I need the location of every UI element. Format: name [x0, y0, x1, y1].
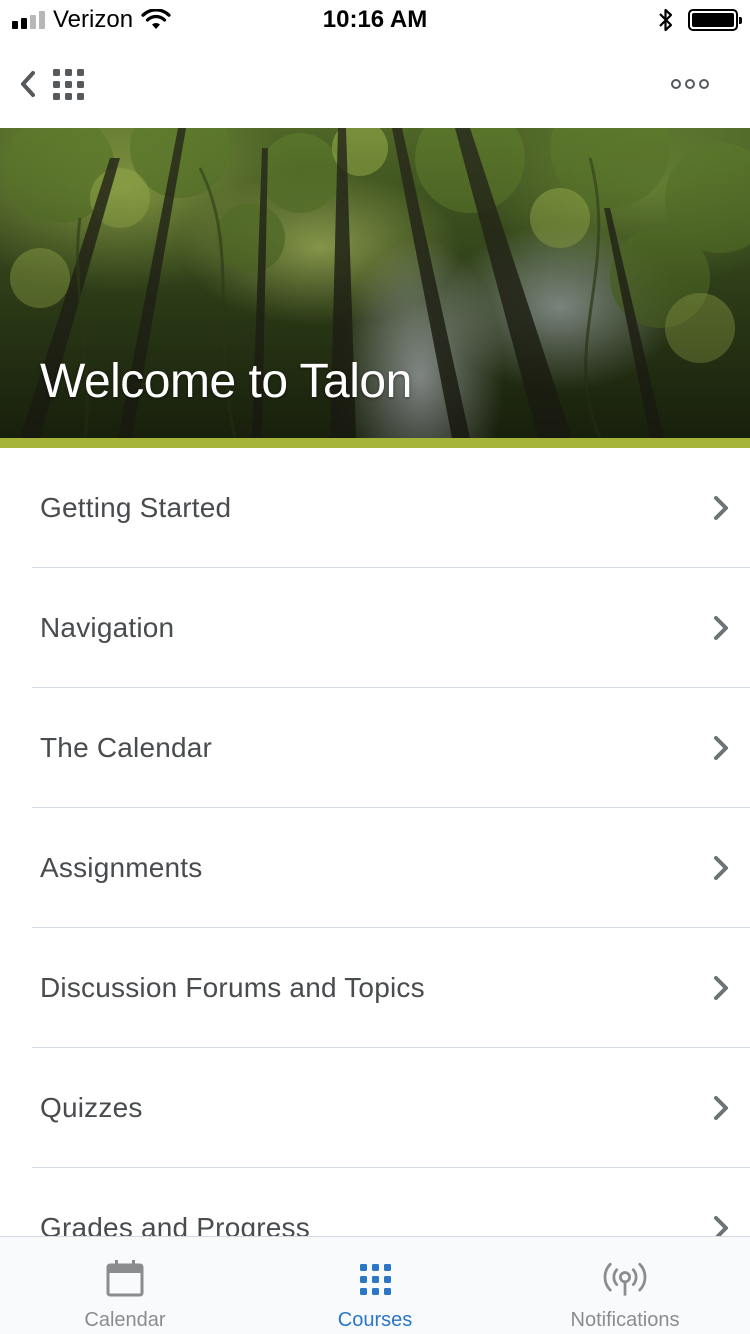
grid-icon	[52, 68, 84, 100]
chevron-right-icon	[714, 616, 728, 640]
topic-label: Navigation	[40, 612, 175, 643]
course-banner: Welcome to Talon	[0, 128, 750, 438]
tab-label: Calendar	[84, 1309, 166, 1331]
banner-title: Welcome to Talon	[40, 355, 412, 408]
chevron-right-icon	[714, 976, 728, 1000]
topic-label: The Calendar	[40, 732, 213, 763]
topic-row-assignments[interactable]: Assignments	[0, 808, 750, 928]
apps-grid-button[interactable]	[48, 64, 88, 104]
bottom-tab-bar: Calendar Courses Notifications	[0, 1236, 750, 1334]
more-dot	[685, 79, 695, 89]
top-nav-bar	[0, 40, 750, 128]
back-button[interactable]	[16, 64, 40, 104]
chevron-right-icon	[714, 856, 728, 880]
cellular-signal-icon	[12, 11, 45, 29]
battery-level	[692, 13, 734, 27]
broadcast-icon	[601, 1255, 649, 1303]
chevron-right-icon	[714, 736, 728, 760]
tab-courses[interactable]: Courses	[250, 1237, 500, 1334]
topic-row-navigation[interactable]: Navigation	[0, 568, 750, 688]
grid-icon	[351, 1255, 399, 1303]
chevron-left-icon	[21, 71, 35, 97]
topic-row-getting-started[interactable]: Getting Started	[0, 448, 750, 568]
topic-row-the-calendar[interactable]: The Calendar	[0, 688, 750, 808]
tab-label: Courses	[337, 1309, 413, 1331]
chevron-right-icon	[714, 1096, 728, 1120]
tab-notifications[interactable]: Notifications	[500, 1237, 750, 1334]
topic-label: Getting Started	[40, 492, 232, 523]
topic-label: Assignments	[40, 852, 203, 883]
chevron-right-icon	[714, 496, 728, 520]
banner-accent-stripe	[0, 438, 750, 448]
battery-icon	[688, 9, 742, 31]
bluetooth-icon	[659, 8, 673, 32]
topic-list: Getting Started Navigation The Calendar …	[0, 448, 750, 1288]
topic-label: Quizzes	[40, 1092, 143, 1123]
status-bar: Verizon 10:16 AM	[0, 0, 750, 40]
nav-left	[16, 64, 88, 104]
carrier-name: Verizon	[53, 6, 134, 33]
more-dot	[699, 79, 709, 89]
status-left: Verizon	[12, 6, 171, 34]
app-screen: Verizon 10:16 AM Welcome to Talon Gettin…	[0, 0, 750, 1334]
status-right	[658, 7, 742, 33]
tab-calendar[interactable]: Calendar	[0, 1237, 250, 1334]
more-options-button[interactable]	[660, 64, 720, 104]
topic-row-quizzes[interactable]: Quizzes	[0, 1048, 750, 1168]
topic-label: Discussion Forums and Topics	[40, 972, 425, 1003]
calendar-icon	[101, 1255, 149, 1303]
topic-row-discussion-forums[interactable]: Discussion Forums and Topics	[0, 928, 750, 1048]
wifi-icon	[141, 9, 171, 29]
more-dot	[671, 79, 681, 89]
tab-label: Notifications	[570, 1309, 680, 1331]
